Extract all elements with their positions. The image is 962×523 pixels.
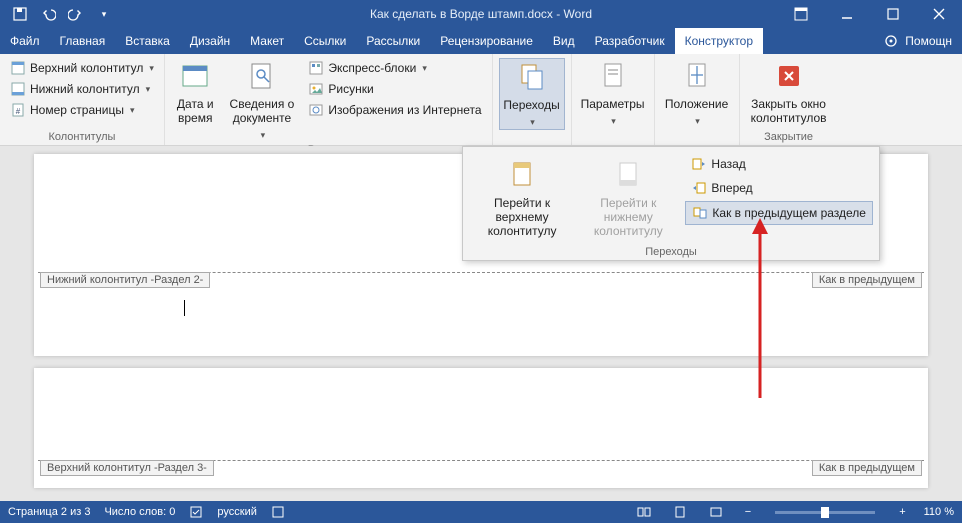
status-words[interactable]: Число слов: 0 bbox=[104, 506, 175, 518]
ribbon-tabs: Файл Главная Вставка Дизайн Макет Ссылки… bbox=[0, 28, 962, 54]
status-macro-icon[interactable] bbox=[271, 505, 285, 519]
ribbon-display-button[interactable] bbox=[778, 0, 824, 28]
group-parameters: Параметры▾ bbox=[572, 54, 655, 145]
group-close: Закрыть окно колонтитулов Закрытие bbox=[740, 54, 838, 145]
group-position: Положение▾ bbox=[655, 54, 740, 145]
pictures-button[interactable]: Рисунки bbox=[304, 79, 485, 99]
footer-tag: Нижний колонтитул -Раздел 2- bbox=[40, 272, 210, 288]
zoom-in-button[interactable]: + bbox=[895, 506, 909, 518]
window-title: Как сделать в Ворде штамп.docx - Word bbox=[370, 7, 592, 21]
help-label: Помощн bbox=[905, 34, 952, 48]
transitions-popup: Перейти к верхнему колонтитулу Перейти к… bbox=[462, 146, 880, 261]
status-proofing-icon[interactable] bbox=[189, 505, 203, 519]
nav-back-button[interactable]: Назад bbox=[685, 153, 873, 175]
redo-button[interactable] bbox=[62, 0, 90, 28]
tab-developer[interactable]: Разработчик bbox=[585, 28, 675, 54]
position-button[interactable]: Положение▾ bbox=[661, 58, 733, 128]
close-button[interactable] bbox=[916, 0, 962, 28]
header-button[interactable]: Верхний колонтитул▾ bbox=[6, 58, 158, 78]
tab-file[interactable]: Файл bbox=[0, 28, 50, 54]
goto-header-button[interactable]: Перейти к верхнему колонтитулу bbox=[469, 153, 575, 240]
help-tell-me[interactable]: Помощн bbox=[873, 28, 962, 54]
pagenum-button[interactable]: #Номер страницы▾ bbox=[6, 100, 158, 120]
view-read-button[interactable] bbox=[633, 501, 655, 523]
like-previous-tag-1: Как в предыдущем bbox=[812, 272, 922, 288]
footer-button[interactable]: Нижний колонтитул▾ bbox=[6, 79, 158, 99]
tab-layout[interactable]: Макет bbox=[240, 28, 294, 54]
annotation-arrow bbox=[745, 218, 775, 418]
qat-customize-button[interactable]: ▾ bbox=[90, 0, 118, 28]
goto-footer-button: Перейти к нижнему колонтитулу bbox=[575, 153, 681, 240]
status-language[interactable]: русский bbox=[217, 506, 256, 518]
datetime-button[interactable]: Дата и время bbox=[171, 58, 220, 128]
zoom-slider[interactable] bbox=[775, 511, 875, 514]
group-transitions: Переходы▾ bbox=[493, 54, 572, 145]
zoom-value[interactable]: 110 % bbox=[924, 506, 954, 518]
group-label-close: Закрытие bbox=[746, 129, 832, 143]
tab-insert[interactable]: Вставка bbox=[115, 28, 180, 54]
quickparts-button[interactable]: Экспресс-блоки▾ bbox=[304, 58, 485, 78]
tab-mailings[interactable]: Рассылки bbox=[356, 28, 430, 54]
tab-view[interactable]: Вид bbox=[543, 28, 585, 54]
zoom-out-button[interactable]: − bbox=[741, 506, 755, 518]
group-label-headerfooter: Колонтитулы bbox=[6, 129, 158, 143]
parameters-button[interactable]: Параметры▾ bbox=[578, 58, 648, 128]
transitions-button[interactable]: Переходы▾ bbox=[499, 58, 565, 130]
group-headerfooter: Верхний колонтитул▾ Нижний колонтитул▾ #… bbox=[0, 54, 165, 145]
nav-forward-button[interactable]: Вперед bbox=[685, 177, 873, 199]
header-tag: Верхний колонтитул -Раздел 3- bbox=[40, 460, 214, 476]
view-print-button[interactable] bbox=[669, 501, 691, 523]
onlinepics-button[interactable]: Изображения из Интернета bbox=[304, 100, 485, 120]
tab-home[interactable]: Главная bbox=[50, 28, 116, 54]
svg-text:#: # bbox=[16, 107, 21, 116]
view-web-button[interactable] bbox=[705, 501, 727, 523]
tab-review[interactable]: Рецензирование bbox=[430, 28, 543, 54]
tab-references[interactable]: Ссылки bbox=[294, 28, 356, 54]
minimize-button[interactable] bbox=[824, 0, 870, 28]
group-insert: Дата и время Сведения о документе▾ Экспр… bbox=[165, 54, 493, 145]
ribbon: Верхний колонтитул▾ Нижний колонтитул▾ #… bbox=[0, 54, 962, 146]
close-hf-button[interactable]: Закрыть окно колонтитулов bbox=[746, 58, 832, 128]
docinfo-button[interactable]: Сведения о документе▾ bbox=[224, 58, 301, 142]
undo-button[interactable] bbox=[34, 0, 62, 28]
link-to-previous-button[interactable]: Как в предыдущем разделе bbox=[685, 201, 873, 225]
status-bar: Страница 2 из 3 Число слов: 0 русский − … bbox=[0, 501, 962, 523]
tab-constructor[interactable]: Конструктор bbox=[675, 28, 763, 54]
popup-label: Переходы bbox=[469, 246, 873, 258]
save-button[interactable] bbox=[6, 0, 34, 28]
status-page[interactable]: Страница 2 из 3 bbox=[8, 506, 90, 518]
like-previous-tag-2: Как в предыдущем bbox=[812, 460, 922, 476]
maximize-button[interactable] bbox=[870, 0, 916, 28]
page-3[interactable]: Верхний колонтитул -Раздел 3- Как в пред… bbox=[34, 368, 928, 488]
text-cursor bbox=[184, 300, 185, 316]
title-bar: ▾ Как сделать в Ворде штамп.docx - Word bbox=[0, 0, 962, 28]
tab-design[interactable]: Дизайн bbox=[180, 28, 240, 54]
